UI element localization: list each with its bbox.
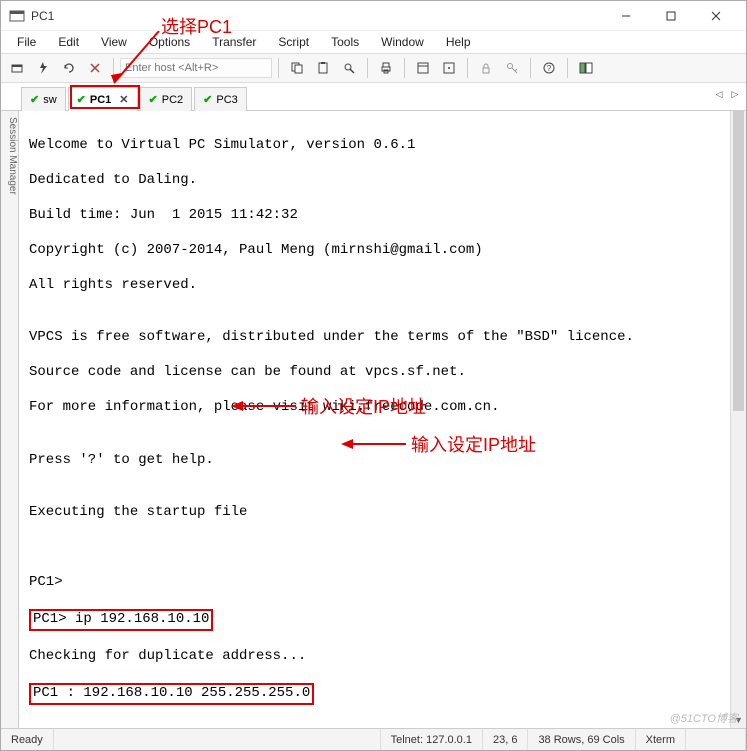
terminal-line: Press '?' to get help. xyxy=(29,452,720,470)
quick-connect-icon[interactable] xyxy=(31,56,55,80)
reconnect-icon[interactable] xyxy=(57,56,81,80)
quick-connect-input[interactable] xyxy=(120,58,272,78)
maximize-button[interactable] xyxy=(648,2,693,30)
terminal-line: Dedicated to Daling. xyxy=(29,172,720,190)
terminal-line: Checking for duplicate address... xyxy=(29,648,720,666)
terminal-prompt: PC1> xyxy=(29,574,720,592)
session-manager-sidebar[interactable]: Session Manager xyxy=(1,111,19,728)
session-manager-icon[interactable] xyxy=(574,56,598,80)
terminal-line: VPCS is free software, distributed under… xyxy=(29,329,720,347)
status-telnet: Telnet: 127.0.0.1 xyxy=(381,729,483,750)
menu-edit[interactable]: Edit xyxy=(48,33,89,51)
lock-icon[interactable] xyxy=(474,56,498,80)
tab-label: PC1 xyxy=(90,94,111,106)
vertical-scrollbar[interactable]: ▲ ▼ xyxy=(730,111,746,728)
menu-help[interactable]: Help xyxy=(436,33,481,51)
status-ready: Ready xyxy=(1,729,54,750)
menu-options[interactable]: Options xyxy=(139,33,200,51)
titlebar: PC1 xyxy=(1,1,746,31)
close-button[interactable] xyxy=(693,2,738,30)
status-term: Xterm xyxy=(636,729,686,750)
app-icon xyxy=(9,8,25,24)
settings-icon[interactable] xyxy=(437,56,461,80)
tab-scroll-right-icon[interactable]: ▷ xyxy=(728,87,742,101)
highlighted-command: PC1> ip 192.168.10.10 xyxy=(29,609,213,631)
highlighted-result: PC1 : 192.168.10.10 255.255.255.0 xyxy=(29,683,314,705)
watermark: @51CTO博客 xyxy=(670,710,738,726)
terminal-line: For more information, please visit wiki.… xyxy=(29,399,720,417)
connect-icon[interactable] xyxy=(5,56,29,80)
terminal-line: Build time: Jun 1 2015 11:42:32 xyxy=(29,207,720,225)
svg-text:?: ? xyxy=(547,64,552,73)
terminal-line xyxy=(29,722,720,728)
status-size: 38 Rows, 69 Cols xyxy=(528,729,635,750)
key-icon[interactable] xyxy=(500,56,524,80)
tab-pc1[interactable]: ✔ PC1 ✕ xyxy=(68,87,138,111)
menu-file[interactable]: File xyxy=(7,33,46,51)
menu-tools[interactable]: Tools xyxy=(321,33,369,51)
tab-label: PC2 xyxy=(162,94,183,106)
terminal-line: Welcome to Virtual PC Simulator, version… xyxy=(29,137,720,155)
check-icon: ✔ xyxy=(77,93,86,106)
tab-label: sw xyxy=(43,94,56,106)
terminal-line: Executing the startup file xyxy=(29,504,720,522)
disconnect-icon[interactable] xyxy=(83,56,107,80)
help-icon[interactable]: ? xyxy=(537,56,561,80)
check-icon: ✔ xyxy=(149,93,158,106)
tab-scroll-left-icon[interactable]: ◁ xyxy=(712,87,726,101)
terminal[interactable]: Welcome to Virtual PC Simulator, version… xyxy=(19,111,730,728)
terminal-line: Source code and license can be found at … xyxy=(29,364,720,382)
paste-icon[interactable] xyxy=(311,56,335,80)
menu-transfer[interactable]: Transfer xyxy=(202,33,266,51)
tabbar: ✔ sw ✔ PC1 ✕ ✔ PC2 ✔ PC3 ◁ ▷ xyxy=(1,83,746,111)
copy-icon[interactable] xyxy=(285,56,309,80)
status-cursor: 23, 6 xyxy=(483,729,528,750)
menu-window[interactable]: Window xyxy=(371,33,434,51)
properties-icon[interactable] xyxy=(411,56,435,80)
tab-pc3[interactable]: ✔ PC3 xyxy=(194,87,247,111)
tab-sw[interactable]: ✔ sw xyxy=(21,87,66,111)
print-icon[interactable] xyxy=(374,56,398,80)
statusbar: Ready Telnet: 127.0.0.1 23, 6 38 Rows, 6… xyxy=(1,728,746,750)
menu-script[interactable]: Script xyxy=(268,33,319,51)
tab-label: PC3 xyxy=(216,94,237,106)
main-area: Session Manager Welcome to Virtual PC Si… xyxy=(1,111,746,728)
check-icon: ✔ xyxy=(203,93,212,106)
toolbar: ? xyxy=(1,53,746,83)
menubar: File Edit View Options Transfer Script T… xyxy=(1,31,746,53)
window-title: PC1 xyxy=(31,9,54,23)
scroll-thumb[interactable] xyxy=(733,111,744,411)
menu-view[interactable]: View xyxy=(91,33,137,51)
find-icon[interactable] xyxy=(337,56,361,80)
terminal-line: All rights reserved. xyxy=(29,277,720,295)
tab-close-icon[interactable]: ✕ xyxy=(119,93,128,106)
check-icon: ✔ xyxy=(30,93,39,106)
terminal-line: Copyright (c) 2007-2014, Paul Meng (mirn… xyxy=(29,242,720,260)
tab-pc2[interactable]: ✔ PC2 xyxy=(140,87,193,111)
minimize-button[interactable] xyxy=(603,2,648,30)
